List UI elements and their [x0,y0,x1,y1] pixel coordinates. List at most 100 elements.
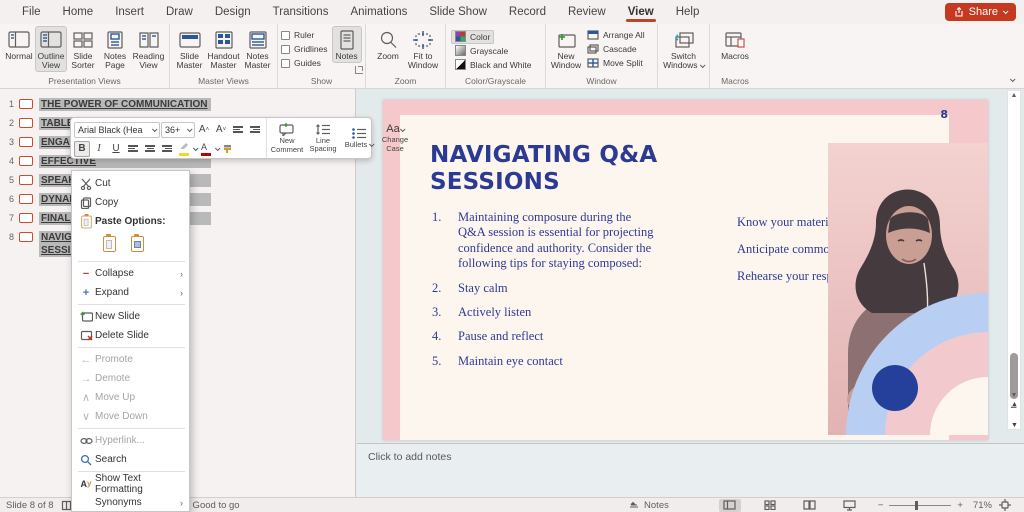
reading-view-statusbar-button[interactable] [799,499,821,512]
notes-statusbar-toggle[interactable]: Notes [628,500,669,511]
context-search[interactable]: Search [72,450,189,469]
show-dialog-launcher[interactable] [355,66,363,74]
switch-windows-button[interactable]: Switch Windows [661,26,706,72]
zoom-percentage[interactable]: 71% [973,500,992,511]
slide-master-button[interactable]: Slide Master [173,26,206,72]
black-and-white-button[interactable]: Black and White [451,58,535,72]
move-split-button[interactable]: Move Split [583,56,649,70]
context-expand[interactable]: +Expand› [72,283,189,302]
menu-slide-show[interactable]: Slide Show [419,2,497,23]
vertical-scrollbar[interactable]: ▲ ▼ ▲▔ ▼ [1007,90,1021,430]
paste-keep-formatting-button[interactable] [98,233,120,255]
slide-icon[interactable] [19,118,33,128]
italic-button[interactable]: I [91,141,107,157]
context-collapse[interactable]: −Collapse› [72,264,189,283]
guides-checkbox[interactable]: Guides [281,56,328,70]
slide-icon[interactable] [19,137,33,147]
font-name-select[interactable]: Arial Black (Hea [74,122,160,138]
change-case-button[interactable]: Aa Change Case [377,120,413,156]
fit-to-window-button[interactable]: Fit to Window [406,26,441,72]
bold-button[interactable]: B [74,141,90,157]
notes-toggle-button[interactable]: Notes [332,26,362,63]
menu-design[interactable]: Design [205,2,261,23]
notes-placeholder[interactable]: Click to add notes [368,451,451,463]
menu-insert[interactable]: Insert [105,2,154,23]
macros-button[interactable]: Macros [718,26,753,63]
cascade-button[interactable]: Cascade [583,42,649,56]
new-comment-button[interactable]: New Comment [269,120,305,156]
menu-file[interactable]: File [12,2,51,23]
next-slide-button[interactable]: ▼ [1011,422,1017,429]
menu-help[interactable]: Help [666,2,710,23]
increase-font-size-button[interactable]: A˄ [196,122,212,138]
outline-slide-1[interactable]: 1THE POWER OF COMMUNICATION [0,95,355,114]
paste-as-picture-button[interactable] [126,233,148,255]
arrange-all-button[interactable]: Arrange All [583,28,649,42]
scroll-up-icon[interactable]: ▲ [1011,91,1018,101]
zoom-in-button[interactable]: + [957,500,963,511]
zoom-slider[interactable] [889,505,951,506]
share-button[interactable]: Share [945,3,1016,21]
align-center-button[interactable] [142,141,158,157]
menu-review[interactable]: Review [558,2,616,23]
collapse-ribbon-chevron-icon[interactable] [1010,76,1016,82]
notes-pane[interactable]: Click to add notes [357,443,1024,497]
menu-view[interactable]: View [618,2,664,23]
slide-8[interactable]: 8 NAVIGATING Q&A SESSIONS 1.Maintaining … [383,100,988,440]
menu-draw[interactable]: Draw [156,2,203,23]
slide-title[interactable]: NAVIGATING Q&A SESSIONS [430,142,760,195]
slide-icon[interactable] [19,175,33,185]
align-right-button[interactable] [159,141,175,157]
slide-sorter-statusbar-button[interactable] [759,499,781,512]
gridlines-checkbox[interactable]: Gridlines [281,42,328,56]
notes-page-button[interactable]: Notes Page [99,26,131,72]
handout-master-button[interactable]: Handout Master [206,26,241,72]
decrease-indent-button[interactable] [230,122,246,138]
grayscale-button[interactable]: Grayscale [451,44,512,58]
line-spacing-button[interactable]: Line Spacing [305,120,341,156]
slide-icon[interactable] [19,99,33,109]
slide-sorter-button[interactable]: Slide Sorter [67,26,99,72]
language-proofing-icon[interactable] [61,500,72,511]
context-new-slide[interactable]: New Slide [72,307,189,326]
slide-editor-canvas[interactable]: 8 NAVIGATING Q&A SESSIONS 1.Maintaining … [357,89,1024,443]
context-show-text-formatting[interactable]: AyShow Text Formatting [72,474,189,493]
underline-button[interactable]: U [108,141,124,157]
context-copy[interactable]: Copy [72,193,189,212]
slide-show-statusbar-button[interactable] [839,499,861,512]
context-synonyms[interactable]: Synonyms› [72,493,189,512]
slide-icon[interactable] [19,156,33,166]
text-highlight-color-button[interactable] [176,141,192,157]
slide-icon[interactable] [19,232,33,242]
zoom-out-button[interactable]: − [878,500,884,511]
menu-animations[interactable]: Animations [340,2,417,23]
fit-slide-to-window-icon[interactable] [999,499,1011,511]
ruler-checkbox[interactable]: Ruler [281,28,328,42]
menu-record[interactable]: Record [499,2,556,23]
previous-slide-button[interactable]: ▲▔ [1011,401,1017,415]
format-painter-button[interactable] [220,141,236,157]
slide-icon[interactable] [19,194,33,204]
slide-photo-woman-headscarf[interactable] [828,143,988,435]
new-window-button[interactable]: New Window [549,26,583,72]
zoom-button[interactable]: Zoom [371,26,406,63]
context-cut[interactable]: Cut [72,174,189,193]
reading-view-button[interactable]: Reading View [131,26,166,72]
scroll-down-icon[interactable]: ▼ [1011,391,1018,401]
bullets-button[interactable]: Bullets [341,120,377,156]
menu-transitions[interactable]: Transitions [263,2,339,23]
slide-numbered-list[interactable]: 1.Maintaining composure during the Q&A s… [432,210,660,378]
decrease-font-size-button[interactable]: A˅ [213,122,229,138]
context-delete-slide[interactable]: Delete Slide [72,326,189,345]
slide-icon[interactable] [19,213,33,223]
color-button[interactable]: Color [451,30,494,44]
normal-view-button[interactable]: Normal [3,26,35,63]
outline-view-button[interactable]: Outline View [35,26,67,72]
notes-master-button[interactable]: Notes Master [241,26,274,72]
zoom-slider-thumb[interactable] [915,501,918,510]
font-size-select[interactable]: 36+ [161,122,195,138]
align-left-button[interactable] [125,141,141,157]
menu-home[interactable]: Home [53,2,104,23]
font-color-button[interactable]: A [198,141,214,157]
increase-indent-button[interactable] [247,122,263,138]
